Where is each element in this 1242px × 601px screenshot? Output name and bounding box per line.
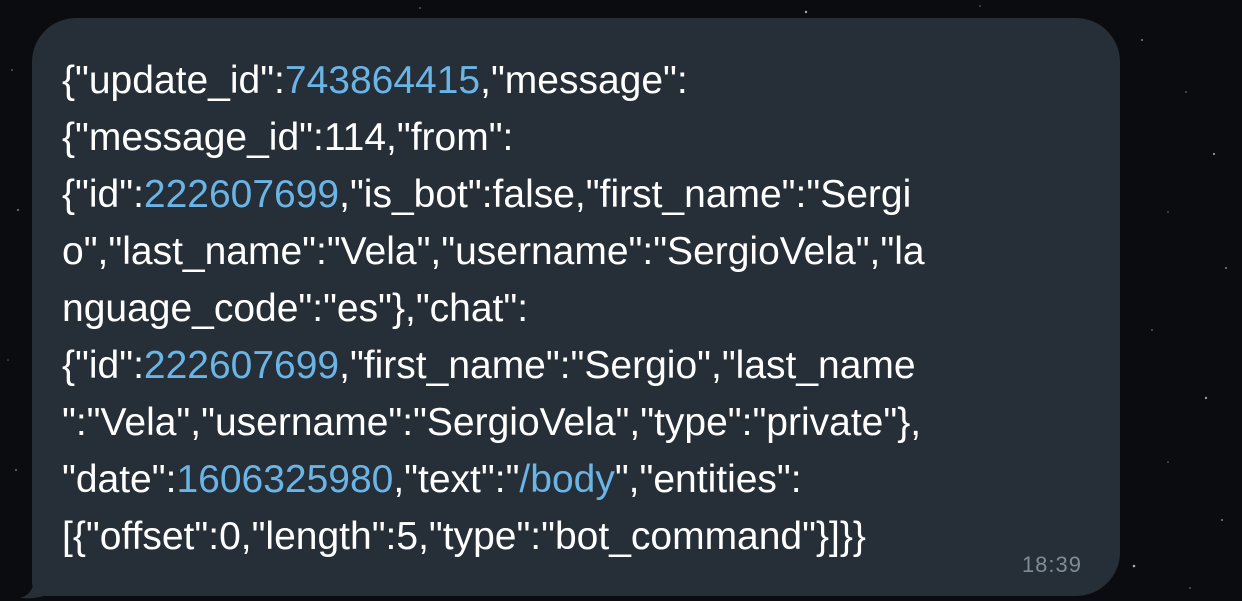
message-bubble[interactable]: {"update_id":743864415,"message": {"messa…: [32, 18, 1120, 596]
message-text-segment: ,"is_bot":false,"first_name":"Sergi: [339, 173, 912, 216]
message-line: "date":1606325980,"text":"/body","entiti…: [62, 451, 1100, 508]
message-text-segment: nguage_code":"es"},"chat":: [62, 287, 529, 330]
message-line: {"update_id":743864415,"message":: [62, 52, 1100, 109]
message-line: {"message_id":114,"from":: [62, 109, 1100, 166]
message-text: {"update_id":743864415,"message": {"messa…: [62, 52, 1100, 565]
message-link[interactable]: /body: [519, 458, 614, 501]
message-line: nguage_code":"es"},"chat":: [62, 280, 1100, 337]
message-text-segment: ,"first_name":"Sergio","last_name: [339, 344, 916, 387]
message-text-segment: [{"offset":0,"length":5,"type":"bot_comm…: [62, 515, 866, 558]
message-link[interactable]: 222607699: [144, 173, 339, 216]
message-link[interactable]: 1606325980: [176, 458, 393, 501]
message-text-segment: {"id":: [62, 173, 144, 216]
message-text-segment: {"id":: [62, 344, 144, 387]
message-text-segment: {"update_id":: [62, 59, 285, 102]
message-text-segment: ","entities":: [614, 458, 802, 501]
message-line: {"id":222607699,"is_bot":false,"first_na…: [62, 166, 1100, 223]
message-line: [{"offset":0,"length":5,"type":"bot_comm…: [62, 508, 1100, 565]
message-text-segment: ,"message":: [480, 59, 688, 102]
message-text-segment: "date":: [62, 458, 177, 501]
message-line: {"id":222607699,"first_name":"Sergio","l…: [62, 337, 1100, 394]
message-text-segment: {"message_id":114,"from":: [62, 116, 514, 159]
message-text-segment: o","last_name":"Vela","username":"Sergio…: [62, 230, 925, 273]
message-line: ":"Vela","username":"SergioVela","type":…: [62, 394, 1100, 451]
message-text-segment: ,"text":": [393, 458, 520, 501]
message-link[interactable]: 222607699: [144, 344, 339, 387]
message-text-segment: ":"Vela","username":"SergioVela","type":…: [62, 401, 922, 444]
message-link[interactable]: 743864415: [285, 59, 480, 102]
message-time: 18:39: [1021, 552, 1082, 577]
message-line: o","last_name":"Vela","username":"Sergio…: [62, 223, 1100, 280]
